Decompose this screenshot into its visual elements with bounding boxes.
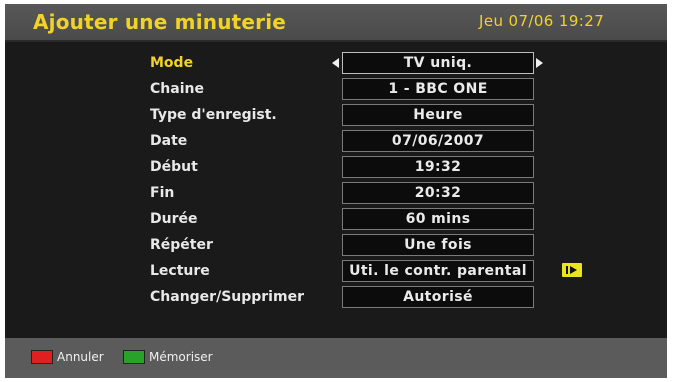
clock: Jeu 07/06 19:27 bbox=[479, 12, 605, 30]
row-label-chaine: Chaine bbox=[150, 81, 204, 97]
row-changer[interactable]: Changer/Supprimer Autorisé bbox=[5, 286, 667, 310]
play-icon[interactable] bbox=[562, 263, 582, 277]
row-label-mode: Mode bbox=[150, 55, 194, 71]
row-fin[interactable]: Fin 20:32 bbox=[5, 182, 667, 206]
dialog-header: Ajouter une minuterie Jeu 07/06 19:27 bbox=[5, 4, 667, 42]
debut-value[interactable]: 19:32 bbox=[342, 156, 534, 178]
green-key-icon bbox=[123, 350, 145, 364]
row-label-lecture: Lecture bbox=[150, 263, 210, 279]
lecture-value[interactable]: Uti. le contr. parental bbox=[342, 260, 534, 282]
tv-frame: Ajouter une minuterie Jeu 07/06 19:27 Mo… bbox=[0, 0, 673, 382]
row-type[interactable]: Type d'enregist. Heure bbox=[5, 104, 667, 128]
timer-dialog: Ajouter une minuterie Jeu 07/06 19:27 Mo… bbox=[5, 4, 667, 378]
row-repeter[interactable]: Répéter Une fois bbox=[5, 234, 667, 258]
footer-bar: Annuler Mémoriser bbox=[5, 338, 667, 378]
page-title: Ajouter une minuterie bbox=[33, 10, 287, 34]
settings-list: Mode TV uniq. Chaine 1 - BBC ONE Type d'… bbox=[5, 44, 667, 314]
row-date[interactable]: Date 07/06/2007 bbox=[5, 130, 667, 154]
fin-value[interactable]: 20:32 bbox=[342, 182, 534, 204]
mode-value[interactable]: TV uniq. bbox=[342, 52, 534, 74]
row-mode[interactable]: Mode TV uniq. bbox=[5, 52, 667, 76]
type-value[interactable]: Heure bbox=[342, 104, 534, 126]
duree-value[interactable]: 60 mins bbox=[342, 208, 534, 230]
chaine-value[interactable]: 1 - BBC ONE bbox=[342, 78, 534, 100]
row-label-repeter: Répéter bbox=[150, 237, 213, 253]
row-label-debut: Début bbox=[150, 159, 198, 175]
row-label-type: Type d'enregist. bbox=[150, 107, 277, 123]
red-key-icon bbox=[31, 350, 53, 364]
row-duree[interactable]: Durée 60 mins bbox=[5, 208, 667, 232]
row-label-fin: Fin bbox=[150, 185, 175, 201]
row-label-duree: Durée bbox=[150, 211, 198, 227]
cancel-button[interactable]: Annuler bbox=[31, 350, 104, 364]
date-value[interactable]: 07/06/2007 bbox=[342, 130, 534, 152]
row-label-date: Date bbox=[150, 133, 188, 149]
row-debut[interactable]: Début 19:32 bbox=[5, 156, 667, 180]
row-label-changer: Changer/Supprimer bbox=[150, 289, 304, 305]
save-button[interactable]: Mémoriser bbox=[123, 350, 213, 364]
row-chaine[interactable]: Chaine 1 - BBC ONE bbox=[5, 78, 667, 102]
row-lecture[interactable]: Lecture Uti. le contr. parental bbox=[5, 260, 667, 284]
repeter-value[interactable]: Une fois bbox=[342, 234, 534, 256]
arrow-right-icon[interactable] bbox=[536, 58, 543, 68]
save-label: Mémoriser bbox=[149, 350, 213, 364]
arrow-left-icon[interactable] bbox=[332, 58, 339, 68]
changer-value[interactable]: Autorisé bbox=[342, 286, 534, 308]
cancel-label: Annuler bbox=[57, 350, 104, 364]
